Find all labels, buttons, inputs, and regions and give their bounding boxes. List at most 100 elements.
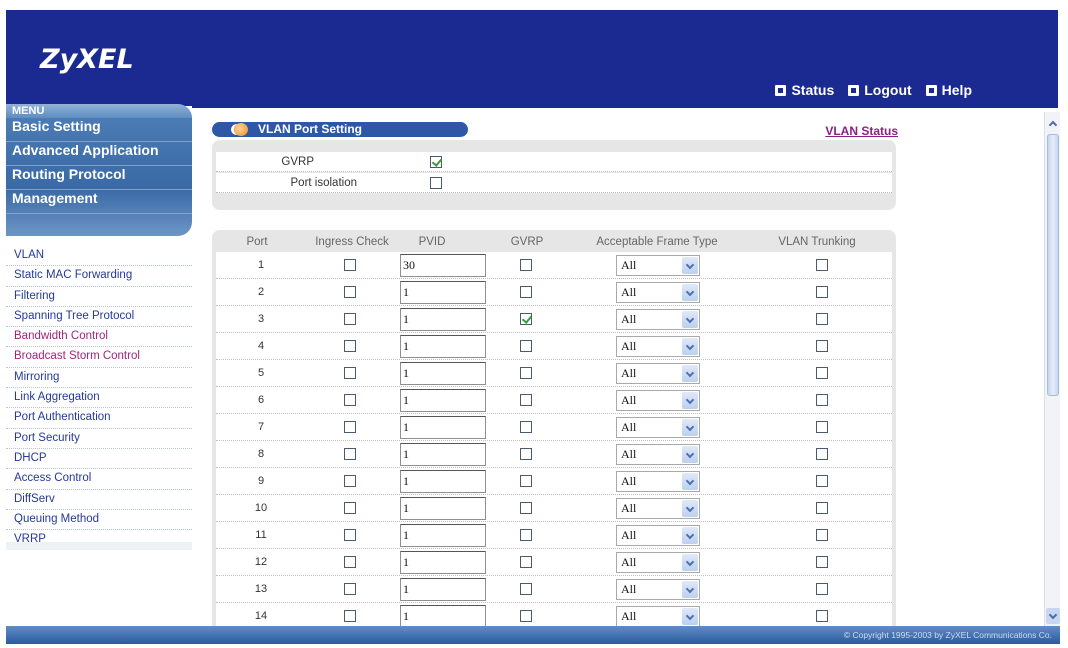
category-basic-setting[interactable]: Basic Setting	[6, 118, 192, 142]
ingress-check-checkbox[interactable]	[344, 448, 356, 460]
frame-type-select[interactable]: All	[616, 525, 700, 546]
gvrp-checkbox[interactable]	[520, 529, 532, 541]
scroll-down-icon[interactable]	[1046, 608, 1060, 624]
pvid-input[interactable]: 1	[400, 578, 486, 601]
pvid-input[interactable]: 1	[400, 443, 486, 466]
frame-type-select[interactable]: All	[616, 282, 700, 303]
vlan-trunking-checkbox[interactable]	[816, 367, 828, 379]
gvrp-checkbox[interactable]	[520, 421, 532, 433]
category-management[interactable]: Management	[6, 190, 192, 214]
vlan-trunking-checkbox[interactable]	[816, 448, 828, 460]
pvid-input[interactable]: 1	[400, 416, 486, 439]
ingress-check-checkbox[interactable]	[344, 286, 356, 298]
sidebar-item-access-control[interactable]: Access Control	[6, 469, 192, 490]
gvrp-checkbox[interactable]	[520, 475, 532, 487]
sidebar-item-filtering[interactable]: Filtering	[6, 287, 192, 307]
vlan-trunking-checkbox[interactable]	[816, 556, 828, 568]
frame-type-select[interactable]: All	[616, 309, 700, 330]
ingress-check-checkbox[interactable]	[344, 313, 356, 325]
pvid-input[interactable]: 1	[400, 470, 486, 493]
pvid-input[interactable]: 1	[400, 281, 486, 304]
sidebar-item-mirroring[interactable]: Mirroring	[6, 368, 192, 389]
pvid-input[interactable]: 1	[400, 551, 486, 574]
ingress-check-checkbox[interactable]	[344, 340, 356, 352]
ingress-check-checkbox[interactable]	[344, 583, 356, 595]
frame-type-select[interactable]: All	[616, 336, 700, 357]
sidebar-item-vlan[interactable]: VLAN	[6, 246, 192, 267]
pvid-input[interactable]: 1	[400, 308, 486, 331]
ingress-check-checkbox[interactable]	[344, 556, 356, 568]
sidebar-item-port-authentication[interactable]: Port Authentication	[6, 408, 192, 429]
gvrp-checkbox[interactable]	[520, 259, 532, 271]
vlan-trunking-checkbox[interactable]	[816, 421, 828, 433]
ingress-check-checkbox[interactable]	[344, 502, 356, 514]
frame-type-select[interactable]: All	[616, 390, 700, 411]
frame-type-value: All	[621, 555, 637, 569]
pvid-input[interactable]: 1	[400, 335, 486, 358]
ingress-check-checkbox[interactable]	[344, 529, 356, 541]
vlan-trunking-checkbox[interactable]	[816, 583, 828, 595]
header-bar: ZyXEL Status Logout Help	[6, 10, 1058, 108]
vlan-trunking-checkbox[interactable]	[816, 259, 828, 271]
frame-type-select[interactable]: All	[616, 363, 700, 384]
port-isolation-checkbox[interactable]	[430, 177, 442, 189]
ingress-check-checkbox[interactable]	[344, 421, 356, 433]
sidebar-item-spanning-tree-protocol[interactable]: Spanning Tree Protocol	[6, 307, 192, 328]
sidebar-item-broadcast-storm-control[interactable]: Broadcast Storm Control	[6, 347, 192, 368]
sidebar-item-link-aggregation[interactable]: Link Aggregation	[6, 388, 192, 409]
scroll-up-icon[interactable]	[1046, 116, 1060, 132]
gvrp-checkbox[interactable]	[520, 583, 532, 595]
sidebar-item-queuing-method[interactable]: Queuing Method	[6, 510, 192, 531]
ingress-check-checkbox[interactable]	[344, 475, 356, 487]
vlan-trunking-checkbox[interactable]	[816, 340, 828, 352]
frame-type-select[interactable]: All	[616, 606, 700, 627]
gvrp-checkbox[interactable]	[520, 340, 532, 352]
sidebar-item-bandwidth-control[interactable]: Bandwidth Control	[6, 327, 192, 348]
gvrp-checkbox[interactable]	[520, 286, 532, 298]
frame-type-select[interactable]: All	[616, 255, 700, 276]
pvid-input[interactable]: 30	[400, 254, 486, 277]
link-status[interactable]: Status	[775, 82, 834, 98]
pvid-input[interactable]: 1	[400, 524, 486, 547]
ingress-check-checkbox[interactable]	[344, 610, 356, 622]
gvrp-checkbox[interactable]	[520, 610, 532, 622]
sidebar-item-port-security[interactable]: Port Security	[6, 429, 192, 449]
pvid-input[interactable]: 1	[400, 605, 486, 628]
gvrp-checkbox[interactable]	[520, 556, 532, 568]
gvrp-checkbox[interactable]	[520, 394, 532, 406]
pvid-input[interactable]: 1	[400, 362, 486, 385]
vlan-trunking-checkbox[interactable]	[816, 286, 828, 298]
ingress-check-checkbox[interactable]	[344, 259, 356, 271]
vlan-trunking-checkbox[interactable]	[816, 529, 828, 541]
vlan-status-link[interactable]: VLAN Status	[825, 124, 898, 138]
pvid-input[interactable]: 1	[400, 389, 486, 412]
frame-type-select[interactable]: All	[616, 552, 700, 573]
link-logout[interactable]: Logout	[848, 82, 912, 98]
vlan-trunking-checkbox[interactable]	[816, 502, 828, 514]
vlan-trunking-checkbox[interactable]	[816, 394, 828, 406]
gvrp-global-checkbox[interactable]	[430, 156, 442, 168]
frame-type-select[interactable]: All	[616, 444, 700, 465]
sidebar-item-dhcp[interactable]: DHCP	[6, 449, 192, 470]
vlan-trunking-checkbox[interactable]	[816, 475, 828, 487]
gvrp-checkbox[interactable]	[520, 367, 532, 379]
gvrp-checkbox[interactable]	[520, 502, 532, 514]
gvrp-checkbox[interactable]	[520, 313, 532, 325]
ingress-check-checkbox[interactable]	[344, 394, 356, 406]
sidebar-item-diffserv[interactable]: DiffServ	[6, 490, 192, 510]
ingress-check-checkbox[interactable]	[344, 367, 356, 379]
frame-type-select[interactable]: All	[616, 498, 700, 519]
vlan-trunking-checkbox[interactable]	[816, 610, 828, 622]
frame-type-select[interactable]: All	[616, 579, 700, 600]
link-help[interactable]: Help	[925, 82, 972, 98]
category-routing-protocol[interactable]: Routing Protocol	[6, 166, 192, 190]
frame-type-select[interactable]: All	[616, 471, 700, 492]
gvrp-checkbox[interactable]	[520, 448, 532, 460]
pvid-input[interactable]: 1	[400, 497, 486, 520]
frame-type-select[interactable]: All	[616, 417, 700, 438]
vlan-trunking-checkbox[interactable]	[816, 313, 828, 325]
scroll-thumb[interactable]	[1047, 134, 1059, 396]
vertical-scrollbar[interactable]	[1044, 112, 1060, 626]
sidebar-item-static-mac-forwarding[interactable]: Static MAC Forwarding	[6, 266, 192, 287]
category-advanced-application[interactable]: Advanced Application	[6, 142, 192, 166]
